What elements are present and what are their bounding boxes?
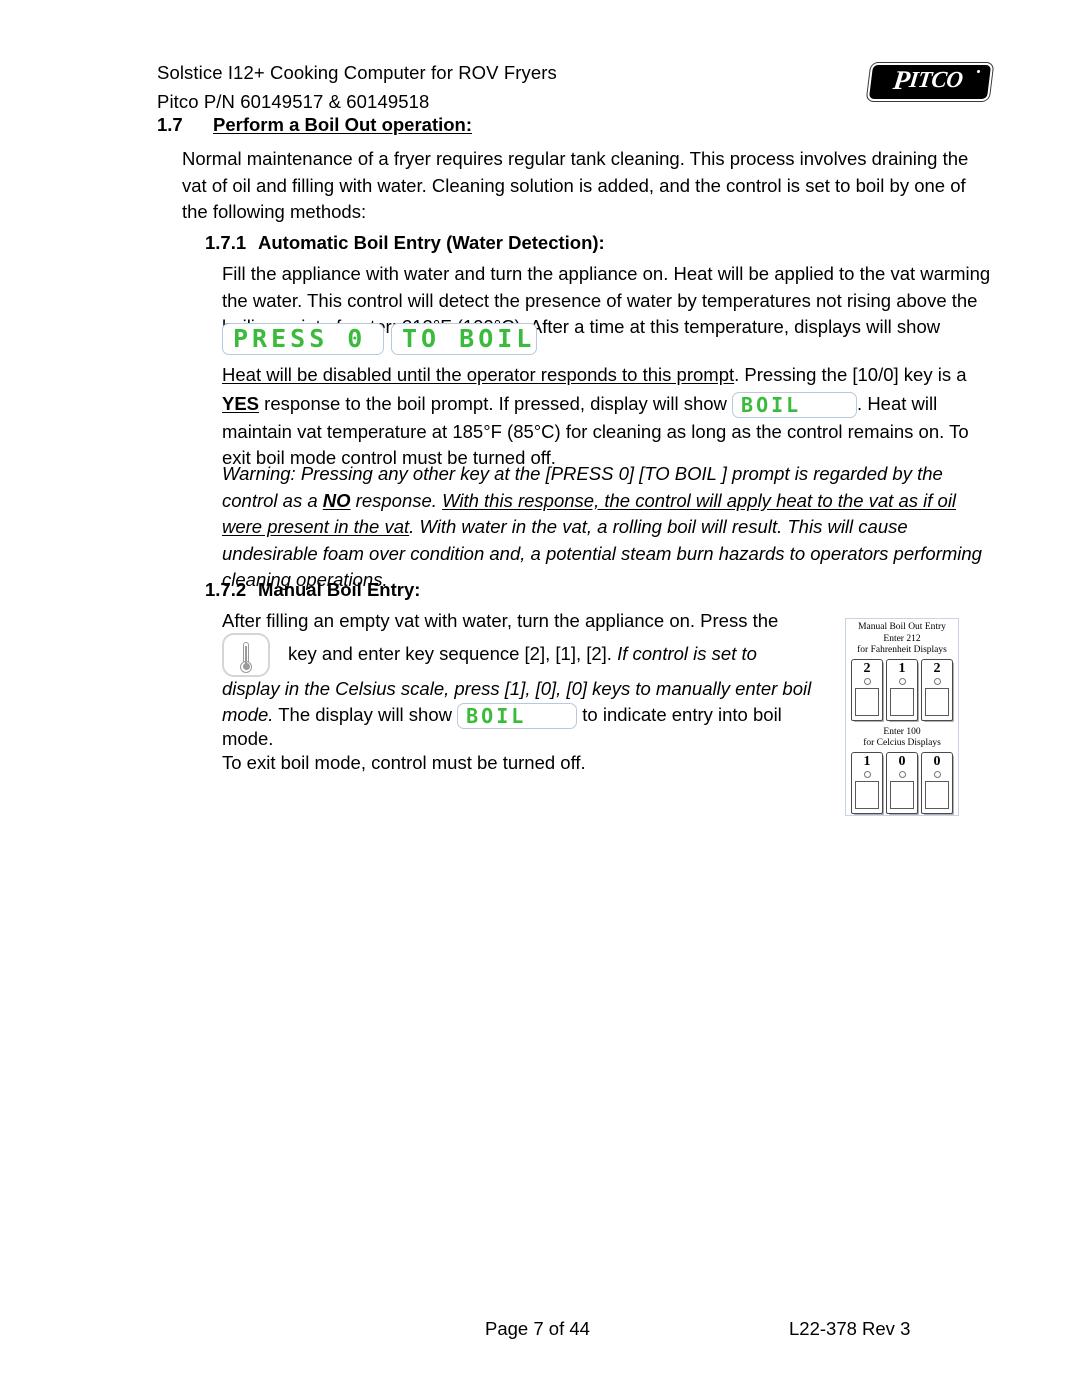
manual-line-4-a: mode. — [222, 704, 274, 725]
section-1-7-2-line-3: display in the Celsius scale, press [1],… — [222, 676, 842, 703]
manual-line-1: After filling an empty vat with water, t… — [222, 610, 779, 631]
warning-line-3-b: . With water in the vat, a rolling boil … — [409, 516, 908, 537]
manual-line-3: display in the Celsius scale, press [1],… — [222, 678, 812, 699]
warning-paragraph: Warning: Pressing any other key at the [… — [222, 461, 987, 594]
footer-revision: L22-378 Rev 3 — [789, 1318, 911, 1339]
warning-line-4: undesirable foam over condition and, a p… — [222, 542, 982, 564]
after-line-2: YES response to the boil prompt. If pres… — [222, 389, 987, 419]
lcd-to-boil: TO BOIL — [391, 323, 537, 355]
warning-line-2: control as a NO response. With this resp… — [222, 488, 987, 515]
keypad-key-window — [890, 780, 914, 809]
heading-1-7-number: 1.7 — [157, 114, 183, 135]
section-1-7-2-line-1: After filling an empty vat with water, t… — [222, 608, 822, 635]
footer-page-number: Page 7 of 44 — [485, 1318, 590, 1339]
keypad-caption-enter-212: Enter 212 — [883, 633, 921, 644]
header-title-line-1: Solstice I12+ Cooking Computer for ROV F… — [157, 62, 557, 83]
manual-line-4-b: The display will show — [273, 704, 458, 725]
heading-1-7-1: 1.7.1 Automatic Boil Entry (Water Detecti… — [205, 232, 605, 254]
page-header: Solstice I12+ Cooking Computer for ROV F… — [157, 58, 995, 116]
heading-1-7-1-title: Automatic Boil Entry (Water Detection): — [258, 232, 605, 253]
keypad-row-fahrenheit: 2 1 2 — [850, 658, 954, 721]
pitco-logo: P ITCO — [865, 62, 995, 102]
keypad-led-icon — [898, 770, 906, 778]
heading-1-7: 1.7 Perform a Boil Out operation: — [157, 114, 472, 136]
manual-line-4-c: to indicate entry into boil — [577, 704, 782, 725]
lcd-boil-inline-1: BOIL — [732, 391, 858, 418]
after-line-2-end: . Heat will — [857, 392, 938, 414]
keypad-led-icon — [898, 677, 906, 685]
manual-line-2-b: If control is set to — [617, 643, 757, 664]
after-line-1-rest: . Pressing the [10/0] key is a — [734, 364, 967, 385]
keypad-caption-enter-100: Enter 100 — [883, 726, 921, 737]
section-1-7-intro: Normal maintenance of a fryer requires r… — [182, 146, 982, 226]
after-line-1: Heat will be disabled until the operator… — [222, 362, 987, 389]
warning-line-1: Warning: Pressing any other key at the [… — [222, 463, 943, 484]
thermometer-icon[interactable] — [222, 633, 270, 678]
yes-emphasis: YES — [222, 392, 260, 414]
keypad-key-window — [890, 687, 914, 716]
heading-1-7-title: Perform a Boil Out operation: — [213, 114, 473, 135]
keypad-caption-title: Manual Boil Out Entry — [858, 622, 946, 632]
keypad-key-window — [855, 780, 879, 809]
keypad-key[interactable]: 0 — [886, 751, 918, 814]
intro-line-2: vat of oil and filling with water. Clean… — [182, 174, 966, 196]
no-emphasis: NO — [322, 489, 351, 511]
keypad-caption-celcius: for Celcius Displays — [863, 738, 941, 748]
after-line-1-underlined: Heat will be disabled until the operator… — [222, 364, 735, 385]
warning-line-2-a: control as a — [222, 489, 323, 511]
document-page: Solstice I12+ Cooking Computer for ROV F… — [0, 0, 1080, 1397]
keypad-key-window — [855, 687, 879, 716]
keypad-key[interactable]: 1 — [886, 658, 918, 721]
lcd-press-0: PRESS 0 — [222, 323, 384, 355]
keypad-key-number: 1 — [863, 753, 871, 769]
keypad-diagram: Manual Boil Out Entry Enter 212 for Fahr… — [845, 618, 959, 816]
logo-text: P ITCO — [891, 64, 965, 95]
manual-line-6: To exit boil mode, control must be turne… — [222, 752, 586, 773]
after-line-2-mid: response to the boil prompt. If pressed,… — [259, 392, 733, 414]
keypad-key-window — [925, 780, 949, 809]
body-line-2: the water. This control will detect the … — [222, 289, 978, 311]
warning-line-3-a: were present in the vat — [222, 516, 410, 537]
keypad-led-icon — [863, 770, 871, 778]
body-line-1: Fill the appliance with water and turn t… — [222, 263, 991, 284]
keypad-led-icon — [933, 677, 941, 685]
thermometer-bulb — [242, 663, 250, 671]
keypad-key-number: 1 — [898, 660, 906, 676]
keypad-key[interactable]: 0 — [921, 751, 953, 814]
keypad-key-window — [925, 687, 949, 716]
keypad-led-icon — [863, 677, 871, 685]
manual-line-2-a: key and enter key sequence [2], [1], [2]… — [288, 643, 618, 664]
keypad-row-celcius: 1 0 0 — [850, 751, 954, 814]
intro-line-1: Normal maintenance of a fryer requires r… — [182, 148, 969, 169]
keypad-key[interactable]: 2 — [851, 658, 883, 721]
keypad-key-number: 2 — [933, 660, 941, 676]
heading-1-7-2-title: Manual Boil Entry: — [258, 579, 421, 600]
keypad-key-number: 0 — [933, 753, 941, 769]
keypad-led-icon — [933, 770, 941, 778]
keypad-caption-fahrenheit: for Fahrenheit Displays — [857, 645, 947, 655]
intro-line-3: the following methods: — [182, 201, 367, 222]
warning-line-2-c: response. — [350, 489, 443, 511]
keypad-key-number: 0 — [898, 753, 906, 769]
keypad-key[interactable]: 1 — [851, 751, 883, 814]
warning-line-3: were present in the vat. With water in t… — [222, 514, 987, 541]
section-1-7-2-line-6: To exit boil mode, control must be turne… — [222, 750, 842, 777]
heading-1-7-1-number: 1.7.1 — [205, 232, 247, 253]
keypad-key[interactable]: 2 — [921, 658, 953, 721]
lcd-display-row-press-to-boil: PRESS 0 TO BOIL — [222, 323, 537, 355]
heading-1-7-2: 1.7.2 Manual Boil Entry: — [205, 579, 420, 601]
after-line-3: maintain vat temperature at 185°F (85°C)… — [222, 420, 969, 442]
section-1-7-2-line-5: mode. — [222, 726, 842, 753]
header-title-line-2: Pitco P/N 60149517 & 60149518 — [157, 91, 430, 112]
heading-1-7-2-number: 1.7.2 — [205, 579, 247, 600]
section-1-7-2-line-2: key and enter key sequence [2], [1], [2]… — [222, 632, 842, 678]
section-1-7-1-after-lcd: Heat will be disabled until the operator… — [222, 362, 987, 472]
keypad-key-number: 2 — [863, 660, 871, 676]
warning-line-2-d: With this response, the control will app… — [442, 489, 957, 511]
manual-line-5: mode. — [222, 728, 274, 749]
